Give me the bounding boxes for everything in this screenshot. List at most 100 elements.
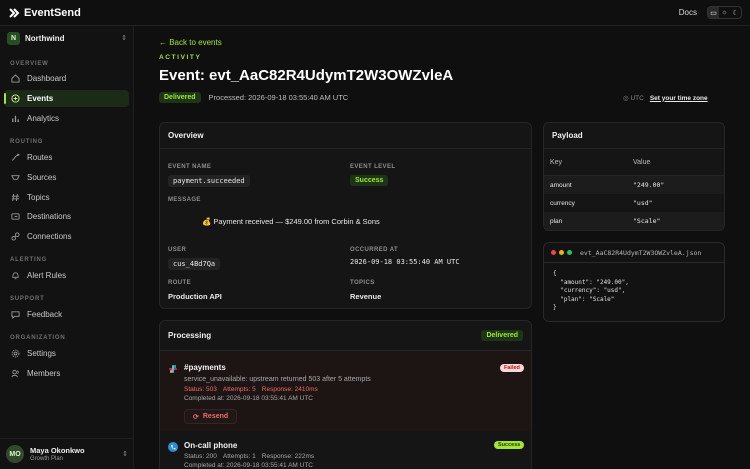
logo-icon xyxy=(8,7,20,19)
event-level-label: EVENT LEVEL xyxy=(350,164,396,170)
table-row: currency "usd" xyxy=(544,194,724,212)
sidebar-item-label: Events xyxy=(27,94,54,103)
processing-status-badge: Delivered xyxy=(481,330,523,341)
occurred-value: 2026-09-18 03:55:40 AM UTC xyxy=(350,258,460,266)
bar-chart-icon xyxy=(11,114,20,123)
top-bar: EventSend Docs ▭ ☼ ☾ xyxy=(0,0,750,26)
occurred-label: OCCURRED AT xyxy=(350,247,399,253)
error-message: service_unavailable: upstream returned 5… xyxy=(184,376,371,383)
docs-link[interactable]: Docs xyxy=(679,8,697,17)
users-icon xyxy=(11,369,20,378)
topics-value: Revenue xyxy=(350,292,382,301)
resend-button[interactable]: ⟳ Resend xyxy=(184,409,238,424)
sun-icon[interactable]: ☼ xyxy=(719,7,730,18)
sidebar-item-analytics[interactable]: Analytics xyxy=(4,110,129,127)
payload-key: plan xyxy=(550,217,563,225)
sidebar-item-label: Settings xyxy=(27,349,56,358)
sidebar-item-label: Connections xyxy=(27,232,72,241)
overview-card: Overview EVENT NAME payment.succeeded EV… xyxy=(159,122,532,309)
sidebar-item-feedback[interactable]: Feedback xyxy=(4,306,129,323)
events-icon xyxy=(11,94,20,103)
sidebar-item-routes[interactable]: Routes xyxy=(4,149,129,166)
json-content: { "amount": "249.00", "currency": "usd",… xyxy=(553,270,629,311)
nav-section-overview: OVERVIEW xyxy=(10,61,49,67)
success-badge: Success xyxy=(494,441,525,449)
sidebar-item-topics[interactable]: Topics xyxy=(4,189,129,206)
gear-icon xyxy=(11,349,20,358)
table-row: amount "249.00" xyxy=(544,176,724,194)
completed-at: Completed at: 2026-09-18 03:55:41 AM UTC xyxy=(184,395,313,402)
chevron-updown-icon: ⇕ xyxy=(122,451,128,458)
sidebar-item-label: Dashboard xyxy=(27,74,67,83)
payload-key: amount xyxy=(550,181,572,189)
nav-section-routing: ROUTING xyxy=(10,139,44,145)
event-level-value: Success xyxy=(350,175,389,186)
window-maximize-dot xyxy=(567,250,572,255)
attempts: Attempts: 5 xyxy=(222,386,256,393)
sidebar-item-label: Alert Rules xyxy=(27,271,67,280)
nav-section-alerting: ALERTING xyxy=(10,257,48,263)
event-name-value: payment.succeeded xyxy=(168,175,250,187)
sidebar-item-dashboard[interactable]: Dashboard xyxy=(4,70,129,87)
sidebar-item-connections[interactable]: Connections xyxy=(4,228,129,245)
status-code: Status: 503 xyxy=(184,386,217,393)
slack-icon xyxy=(168,364,178,376)
link-icon xyxy=(11,232,20,241)
page-eyebrow: ACTIVITY xyxy=(159,54,202,61)
payload-key: currency xyxy=(550,199,575,207)
sidebar-item-label: Feedback xyxy=(27,310,63,319)
sidebar-item-events[interactable]: Events xyxy=(4,90,129,107)
user-name: Maya Okonkwo xyxy=(30,446,85,455)
failed-badge: Failed xyxy=(500,364,524,372)
destination-name: #payments xyxy=(184,363,226,372)
attempts: Attempts: 1 xyxy=(222,453,256,460)
sidebar-item-label: Routes xyxy=(27,153,53,162)
payload-title: Payload xyxy=(544,123,724,149)
destinations-icon xyxy=(11,212,20,221)
response-time: Response: 2410ms xyxy=(261,386,318,393)
org-name: Northwind xyxy=(25,33,65,43)
app-name: EventSend xyxy=(24,6,81,19)
theme-toggle: ▭ ☼ ☾ xyxy=(707,6,742,19)
overview-title: Overview xyxy=(160,123,531,149)
payload-card: Payload Key Value amount "249.00" curren… xyxy=(543,122,725,231)
topics-label: TOPICS xyxy=(350,280,375,286)
org-switcher[interactable]: N Northwind ⇕ xyxy=(4,29,130,47)
routes-icon xyxy=(11,153,20,162)
route-value: Production API xyxy=(168,292,222,301)
status-badge: Delivered xyxy=(159,92,201,103)
hash-icon xyxy=(11,193,20,202)
moon-icon[interactable]: ☾ xyxy=(730,7,741,18)
set-timezone-link[interactable]: Set your time zone xyxy=(650,95,708,102)
sidebar-item-destinations[interactable]: Destinations xyxy=(4,208,129,225)
user-menu[interactable]: MO Maya Okonkwo Growth Plan ⇕ xyxy=(0,438,134,469)
message-value: 💰 Payment received — $249.00 from Corbin… xyxy=(202,217,380,226)
column-value-header: Value xyxy=(633,158,651,166)
sidebar-item-label: Topics xyxy=(27,193,50,202)
completed-at: Completed at: 2026-09-18 03:55:41 AM UTC xyxy=(184,462,313,469)
back-to-events-link[interactable]: ← Back to events xyxy=(159,38,222,47)
processed-timestamp: Processed: 2026-09-18 03:55:40 AM UTC xyxy=(208,93,349,102)
app-logo[interactable]: EventSend xyxy=(8,7,81,19)
globe-icon: ◎ xyxy=(623,95,629,102)
sidebar-item-settings[interactable]: Settings xyxy=(4,345,129,362)
message-icon xyxy=(11,310,20,319)
json-file-name: evt_AaC82R4UdymT2W3OWZvleA.json xyxy=(580,248,702,257)
org-badge: N xyxy=(7,31,20,45)
column-key-header: Key xyxy=(550,158,563,166)
processing-card: Processing Delivered #payments Failed se… xyxy=(159,320,532,469)
page-title: Event: evt_AaC82R4UdymT2W3OWZvleA xyxy=(159,67,454,84)
sidebar-item-members[interactable]: Members xyxy=(4,365,129,382)
avatar: MO xyxy=(6,445,24,463)
event-name-label: EVENT NAME xyxy=(168,164,212,170)
payload-value: "usd" xyxy=(633,199,653,207)
sidebar-item-sources[interactable]: Sources xyxy=(4,169,129,186)
monitor-icon[interactable]: ▭ xyxy=(708,7,719,18)
bell-icon xyxy=(11,271,20,280)
user-label: USER xyxy=(168,247,187,253)
home-icon xyxy=(11,74,20,83)
nav-section-organization: ORGANIZATION xyxy=(10,335,66,341)
sidebar: N Northwind ⇕ OVERVIEW Dashboard Events … xyxy=(0,26,134,469)
payload-table: Key Value amount "249.00" currency "usd"… xyxy=(544,149,724,230)
sidebar-item-alert-rules[interactable]: Alert Rules xyxy=(4,267,129,284)
